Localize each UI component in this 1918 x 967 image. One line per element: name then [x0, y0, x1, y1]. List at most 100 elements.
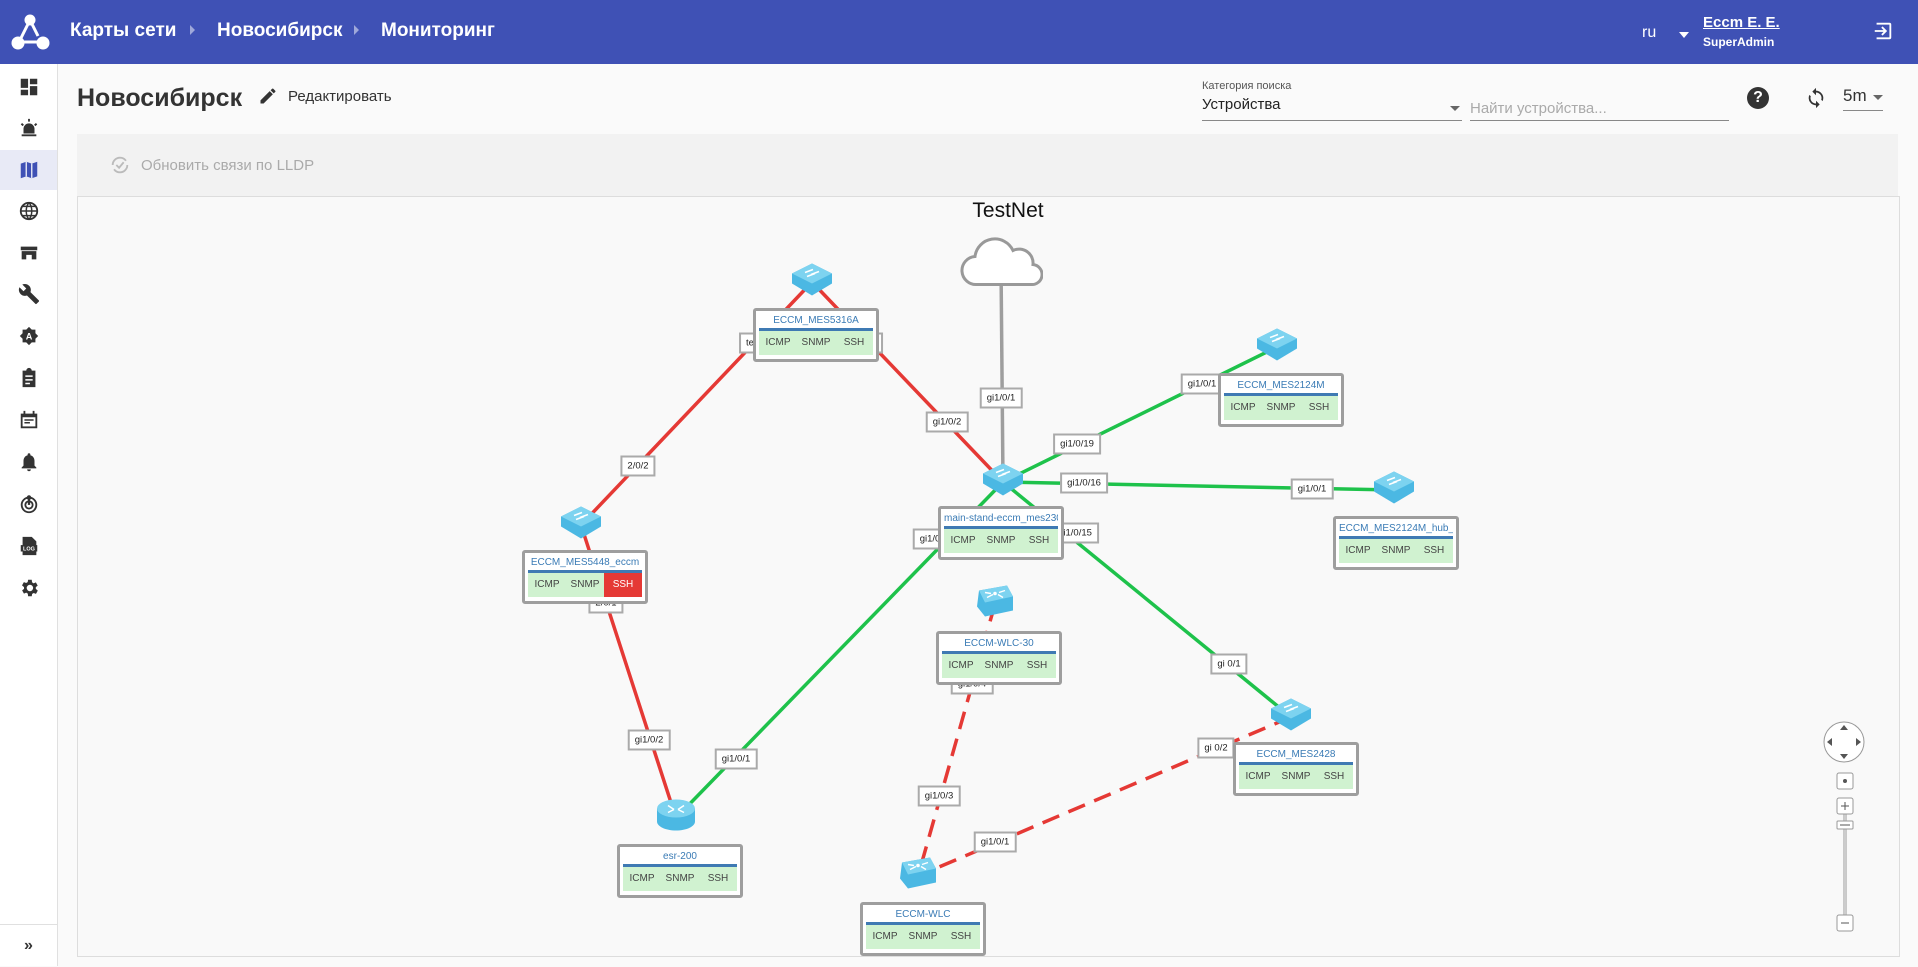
sidebar-item-settings[interactable]	[0, 568, 57, 608]
protocol-icmp-status: ICMP	[534, 579, 560, 590]
protocol-ssh-status: SSH	[604, 573, 642, 597]
update-lldp-button[interactable]: Обновить связи по LLDP	[109, 154, 314, 176]
sidebar-item-alarm-light[interactable]	[0, 108, 57, 148]
protocol-ssh-status: SSH	[1423, 545, 1445, 556]
refresh-interval-select[interactable]: 5m	[1843, 86, 1883, 111]
switch-icon[interactable]	[1255, 327, 1299, 368]
map-title: TestNet	[972, 199, 1044, 222]
device-card[interactable]: esr-200 ICMP SNMP SSH	[617, 844, 743, 898]
port-label: gi1/0/3	[917, 785, 961, 807]
cloud-icon[interactable]	[959, 235, 1044, 296]
sync-check-icon	[111, 156, 129, 174]
protocol-icmp-status: ICMP	[872, 931, 898, 942]
sidebar-item-calendar[interactable]	[0, 400, 57, 440]
device-card[interactable]: ECCM-WLC ICMP SNMP SSH	[860, 902, 986, 956]
network-map-canvas[interactable]: TestNet te2/0/2/2gi1/0/2gi1/0/1gi1/0/19g…	[77, 196, 1900, 957]
protocol-icmp-status: ICMP	[629, 873, 655, 884]
device-card[interactable]: ECCM_MES5316A ICMP SNMP SSH	[753, 308, 879, 362]
protocol-ssh-status: SSH	[950, 931, 972, 942]
protocol-icmp-status: ICMP	[1230, 402, 1256, 413]
sidebar-item-globe[interactable]	[0, 191, 57, 231]
wlc-icon[interactable]	[896, 855, 940, 898]
device-name[interactable]: ECCM-WLC-30	[942, 637, 1056, 650]
port-label: gi1/0/1	[714, 748, 758, 770]
svg-text:LOG: LOG	[23, 547, 35, 553]
device-name[interactable]: ECCM_MES5316A	[759, 314, 873, 327]
protocol-snmp-status: SNMP	[1266, 402, 1296, 413]
breadcrumb-novosibirsk[interactable]: Новосибирск	[217, 20, 342, 42]
port-label: gi1/0/1	[979, 387, 1023, 409]
log-icon: LOG	[20, 536, 37, 556]
switch-icon[interactable]	[981, 462, 1025, 503]
device-name[interactable]: main-stand-eccm_mes2300	[944, 512, 1058, 525]
device-search-input[interactable]	[1470, 96, 1729, 121]
protocol-snmp-status: SNMP	[1381, 545, 1411, 556]
device-card[interactable]: ECCM-WLC-30 ICMP SNMP SSH	[936, 631, 1062, 685]
search-category-value: Устройства	[1202, 96, 1281, 113]
refresh-icon[interactable]	[1805, 87, 1827, 109]
protocol-snmp-status: SNMP	[986, 535, 1016, 546]
page-title: Новосибирск	[77, 84, 243, 112]
device-card[interactable]: ECCM_MES2124M ICMP SNMP SSH	[1218, 373, 1344, 427]
logout-icon[interactable]	[1872, 20, 1894, 42]
switch-icon[interactable]	[1269, 697, 1313, 738]
help-icon[interactable]: ?	[1747, 87, 1769, 109]
edit-button-label: Редактировать	[288, 87, 392, 105]
protocol-status-row: ICMP SNMP SSH	[1224, 396, 1338, 420]
zoom-slider-handle[interactable]	[1836, 820, 1854, 830]
switch-icon[interactable]	[559, 505, 603, 546]
device-card[interactable]: ECCM_MES5448_eccm ICMP SNMP SSH	[522, 550, 648, 604]
protocol-icmp-status: ICMP	[948, 660, 974, 671]
router-icon[interactable]	[654, 798, 698, 839]
update-lldp-label: Обновить связи по LLDP	[141, 156, 315, 174]
device-name[interactable]: ECCM_MES2428	[1239, 748, 1353, 761]
device-name[interactable]: esr-200	[623, 850, 737, 863]
pan-control[interactable]	[1823, 721, 1865, 763]
sidebar-item-wrench[interactable]	[0, 274, 57, 314]
clipboard-icon	[22, 367, 35, 388]
user-role: SuperAdmin	[1703, 35, 1775, 49]
protocol-ssh-status: SSH	[1028, 535, 1050, 546]
link-cloud-main[interactable]	[999, 264, 1005, 483]
breadcrumb-network-maps[interactable]: Карты сети	[70, 20, 176, 42]
port-label: gi1/0/2	[627, 729, 671, 751]
port-label: gi 0/2	[1197, 737, 1235, 759]
app-logo-icon[interactable]	[10, 12, 50, 52]
edit-button[interactable]: Редактировать	[258, 86, 392, 106]
protocol-ssh-status: SSH	[843, 337, 865, 348]
zoom-out-button[interactable]	[1836, 914, 1854, 932]
protocol-snmp-status: SNMP	[665, 873, 695, 884]
sidebar-item-log[interactable]: LOG	[0, 526, 57, 566]
sidebar-item-auto[interactable]: A	[0, 316, 57, 356]
sidebar-item-radar[interactable]	[0, 484, 57, 524]
device-card[interactable]: main-stand-eccm_mes2300 ICMP SNMP SSH	[938, 506, 1064, 560]
sidebar-item-bell[interactable]	[0, 442, 57, 482]
sidebar-item-store[interactable]	[0, 233, 57, 273]
chevron-down-icon[interactable]	[1679, 32, 1689, 38]
sidebar: » A LOG	[0, 64, 58, 966]
protocol-status-row: ICMP SNMP SSH	[1239, 765, 1353, 789]
language-select[interactable]: ru	[1642, 24, 1656, 42]
device-name[interactable]: ECCM-WLC	[866, 908, 980, 921]
port-label: gi1/0/1	[1180, 373, 1224, 395]
sidebar-item-clipboard[interactable]	[0, 358, 57, 398]
zoom-in-button[interactable]	[1836, 797, 1854, 815]
device-name[interactable]: ECCM_MES5448_eccm	[528, 556, 642, 569]
device-name[interactable]: ECCM_MES2124M_hub_s	[1339, 522, 1453, 535]
switch-icon[interactable]	[790, 262, 834, 303]
device-card[interactable]: ECCM_MES2124M_hub_s ICMP SNMP SSH	[1333, 516, 1459, 570]
fit-view-button[interactable]	[1836, 772, 1854, 790]
search-category-select[interactable]: Устройства	[1202, 96, 1462, 121]
device-name[interactable]: ECCM_MES2124M	[1224, 379, 1338, 392]
protocol-status-row: ICMP SNMP SSH	[944, 529, 1058, 553]
sidebar-item-dashboard[interactable]	[0, 67, 57, 107]
expand-sidebar-button[interactable]: »	[0, 924, 57, 967]
chevron-down-icon	[1450, 106, 1460, 111]
device-card[interactable]: ECCM_MES2428 ICMP SNMP SSH	[1233, 742, 1359, 796]
switch-icon[interactable]	[1372, 470, 1416, 511]
protocol-icmp-status: ICMP	[950, 535, 976, 546]
auto-icon: A	[19, 326, 38, 346]
user-name-link[interactable]: Eccm E. E.	[1703, 14, 1780, 31]
sidebar-item-map[interactable]	[0, 150, 57, 190]
wlc-icon[interactable]	[973, 583, 1017, 626]
